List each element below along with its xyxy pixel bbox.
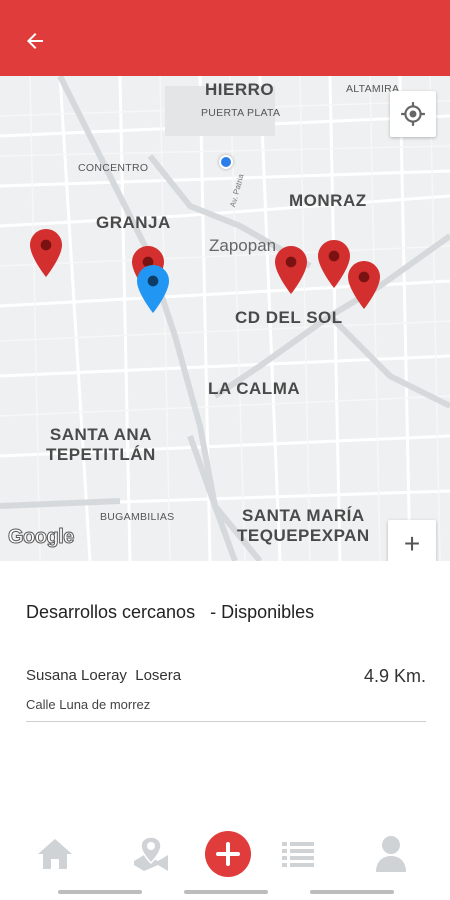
my-location-button[interactable] [390,91,436,137]
back-button[interactable] [18,26,52,56]
map-streets [0,76,450,561]
map-label-hierro: HIERRO [205,80,275,99]
app-bar [0,0,450,76]
zoom-controls: + − [388,520,436,561]
result-address: Calle Luna de morrez [26,697,151,712]
map-pin-development[interactable] [318,240,350,288]
result-name: Susana Loeray Losera [26,667,182,684]
map-pin-icon [30,229,62,277]
map-label-concentro: CONCENTRO [78,162,149,174]
map-label-granja: GRANJA [96,213,171,232]
arrow-left-icon [27,33,43,49]
map-pin-icon [134,836,168,871]
map-pin-icon [275,246,307,294]
gesture-bar [310,890,394,894]
map-label-bugambilias: BUGAMBILIAS [100,511,175,523]
map-label-santa-ana: SANTA ANA TEPETITLÁN [46,425,156,464]
nav-profile[interactable] [369,832,413,876]
map-pin-icon [318,240,350,288]
result-distance: 4.9 Km. [363,666,426,686]
map-label-santa-ana-line2: TEPETITLÁN [46,444,156,464]
map-pin-development[interactable] [348,261,380,309]
map-label-cd-del-sol: CD DEL SOL [235,308,343,327]
add-button[interactable] [205,831,251,877]
list-icon [282,842,314,867]
map-label-zapopan: Zapopan [209,236,277,255]
map-label-santa-maria-line2: TEQUEPEXPAN [237,525,370,545]
map-view[interactable]: HIERRO ALTAMIRA PUERTA PLATA CONCENTRO G… [0,76,450,561]
map-label-monraz: MONRAZ [289,191,367,210]
crosshair-icon [401,102,425,126]
list-item[interactable]: Susana Loeray Losera Calle Luna de morre… [26,662,426,722]
gesture-bar [184,890,268,894]
nav-list[interactable] [276,832,320,876]
profile-icon [376,836,406,872]
nav-map[interactable] [129,832,173,876]
home-icon [38,839,72,869]
map-pin-selected[interactable] [137,265,169,313]
map-label-santa-maria: SANTA MARÍA TEQUEPEXPAN [237,506,370,545]
map-label-puerta-plata: PUERTA PLATA [201,107,281,119]
map-pin-icon [137,265,169,313]
add-icon [216,842,240,866]
nav-home[interactable] [33,832,77,876]
map-label-santa-ana-line1: SANTA ANA [49,425,152,444]
nearby-section-title: Desarrollos cercanos - Disponibles [26,602,315,622]
map-pin-icon [348,261,380,309]
map-label-la-calma: LA CALMA [208,379,301,398]
zoom-in-button[interactable]: + [388,520,436,561]
map-pin-development[interactable] [275,246,307,294]
gesture-bar [58,890,142,894]
map-label-santa-maria-line1: SANTA MARÍA [242,506,365,525]
google-attribution: Google [8,526,75,549]
map-pin-development[interactable] [30,229,62,277]
current-location-dot [219,155,233,169]
bottom-navigation [0,820,450,888]
